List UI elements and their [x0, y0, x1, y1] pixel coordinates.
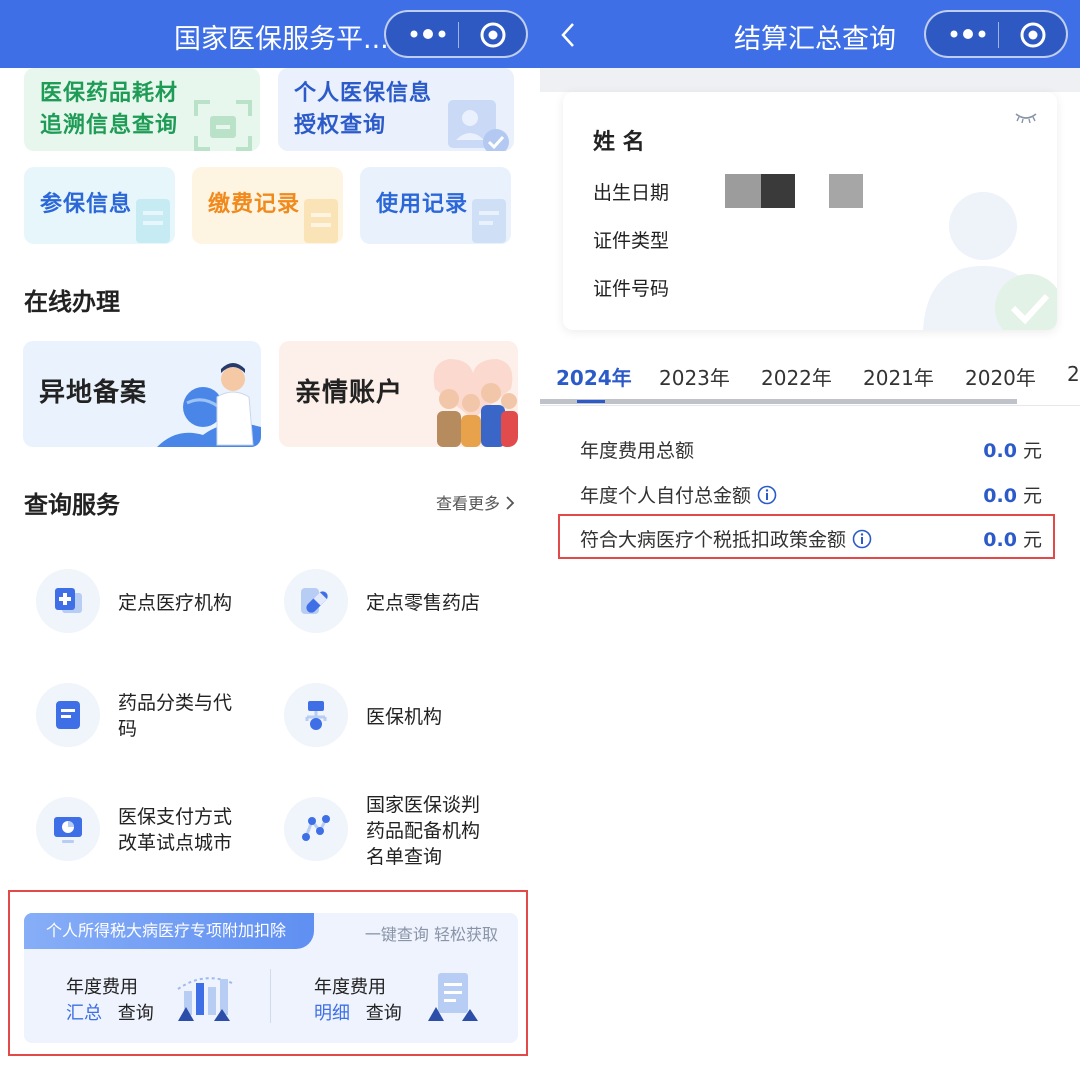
back-arrow-icon[interactable] — [560, 22, 576, 48]
pie-chart-monitor-icon — [36, 797, 100, 861]
bar-chart-icon — [177, 977, 233, 1021]
drug-trace-card-label-line1: 医保药品耗材 — [40, 81, 179, 106]
id-card-check-icon — [448, 100, 509, 151]
eye-closed-icon[interactable] — [1015, 112, 1037, 124]
usage-record-label: 使用记录 — [376, 192, 469, 217]
query-item-label: 药品分类与代码 — [118, 692, 233, 740]
person-with-globe-illustration — [157, 363, 261, 447]
document-icon — [36, 683, 100, 747]
left-header-title: 国家医保服务平... — [174, 24, 389, 55]
annual-summary-title: 年度费用 — [66, 977, 138, 998]
annual-summary-suffix: 查询 — [117, 1003, 154, 1024]
birth-date-label: 出生日期 — [593, 182, 670, 204]
page-background-strip — [540, 68, 1080, 92]
mini-program-capsule — [924, 10, 1068, 58]
query-item-label: 定点零售药店 — [366, 592, 481, 614]
more-options-button[interactable] — [404, 21, 454, 47]
info-icon[interactable] — [757, 485, 777, 505]
summary-row-total-cost: 年度费用总额 0.0 元 — [580, 436, 1042, 466]
left-screen: 国家医保服务平... 医保药品耗材 追溯信息查询 个人医保信息 授权查询 参保信… — [0, 0, 540, 1080]
form-icon — [136, 199, 170, 243]
name-label: 姓 名 — [593, 130, 645, 155]
annual-detail-title: 年度费用 — [314, 977, 386, 998]
tax-deduction-slogan: 一键查询 轻松获取 — [364, 925, 498, 944]
tab-2021[interactable]: 2021年 — [863, 362, 934, 391]
family-illustration — [433, 359, 518, 447]
query-item-label: 医保支付方式改革试点城市 — [118, 806, 233, 854]
left-header-bar: 国家医保服务平... — [0, 0, 540, 68]
insurance-auth-query-card[interactable]: 个人医保信息 授权查询 — [278, 68, 514, 151]
annual-detail-suffix: 查询 — [365, 1003, 402, 1024]
query-item-label: 国家医保谈判药品配备机构名单查询 — [366, 794, 481, 868]
query-section-title: 查询服务 — [24, 491, 120, 519]
right-header-bar: 结算汇总查询 — [540, 0, 1080, 68]
capsule-divider — [458, 22, 459, 48]
year-tab-bar: 2024年 2023年 2022年 2021年 2020年 20 — [540, 350, 1080, 406]
pill-icon — [284, 569, 348, 633]
remote-filing-card[interactable]: 异地备案 — [23, 341, 261, 447]
tab-2020[interactable]: 2020年 — [965, 362, 1036, 391]
annual-summary-highlight: 汇总 — [66, 1003, 102, 1024]
tax-deduction-panel: 个人所得税大病医疗专项附加扣除 一键查询 轻松获取 年度费用 汇总 查询 年度费… — [24, 913, 518, 1043]
chevron-right-icon — [506, 496, 515, 510]
close-mini-program-button[interactable] — [1018, 20, 1048, 50]
query-item-label: 医保机构 — [366, 706, 443, 728]
annual-detail-highlight: 明细 — [314, 1003, 350, 1024]
summary-row-self-pay: 年度个人自付总金额 0.0 元 — [580, 481, 1042, 511]
more-options-button[interactable] — [944, 21, 994, 47]
tab-bar-divider — [540, 405, 1080, 406]
scan-frame-icon — [194, 100, 252, 151]
tax-deductible-highlight-box — [558, 514, 1055, 559]
usage-record-card[interactable]: 使用记录 — [360, 167, 511, 244]
capsule-divider — [998, 22, 999, 48]
tax-items-divider — [270, 969, 271, 1023]
auth-card-label-line2: 授权查询 — [294, 113, 387, 138]
tab-2019-partial[interactable]: 20 — [1067, 362, 1080, 386]
mini-program-capsule — [384, 10, 528, 58]
id-number-label: 证件号码 — [593, 278, 670, 300]
id-type-label: 证件类型 — [593, 230, 670, 252]
right-screen: 结算汇总查询 姓 名 出生日期 证件类型 证件号码 2024年 2023年 20… — [540, 0, 1080, 1080]
see-more-label: 查看更多 — [436, 494, 501, 513]
summary-unit: 元 — [1022, 485, 1042, 507]
see-more-link[interactable]: 查看更多 — [436, 490, 515, 514]
payment-record-card[interactable]: 缴费记录 — [192, 167, 343, 244]
summary-label: 年度个人自付总金额 — [580, 485, 752, 507]
user-silhouette-watermark — [923, 192, 1057, 330]
tab-2024[interactable]: 2024年 — [556, 362, 632, 391]
tax-deduction-banner: 个人所得税大病医疗专项附加扣除 — [24, 913, 314, 949]
online-section-title: 在线办理 — [24, 288, 120, 316]
family-account-card[interactable]: 亲情账户 — [279, 341, 518, 447]
clipboard-icon — [428, 973, 478, 1021]
nodes-icon — [284, 797, 348, 861]
close-mini-program-button[interactable] — [478, 20, 508, 50]
summary-value: 0.0 — [983, 485, 1017, 507]
insured-info-card[interactable]: 参保信息 — [24, 167, 175, 244]
bill-icon — [304, 199, 338, 243]
family-account-label: 亲情账户 — [295, 378, 404, 408]
tax-deduction-highlight-box: 个人所得税大病医疗专项附加扣除 一键查询 轻松获取 年度费用 汇总 查询 年度费… — [8, 890, 528, 1056]
summary-value: 0.0 — [983, 440, 1017, 462]
drug-trace-query-card[interactable]: 医保药品耗材 追溯信息查询 — [24, 68, 260, 151]
org-chart-icon — [284, 683, 348, 747]
summary-unit: 元 — [1022, 440, 1042, 462]
auth-card-label-line1: 个人医保信息 — [294, 81, 433, 106]
query-item-label: 定点医疗机构 — [118, 592, 233, 614]
record-icon — [472, 199, 506, 243]
summary-label: 年度费用总额 — [580, 440, 695, 462]
medical-cross-icon — [36, 569, 100, 633]
remote-filing-label: 异地备案 — [39, 378, 148, 408]
tab-scrollbar[interactable] — [540, 399, 1017, 404]
active-tab-indicator — [577, 400, 605, 403]
right-header-title: 结算汇总查询 — [734, 24, 896, 55]
tab-2023[interactable]: 2023年 — [659, 362, 730, 391]
payment-record-label: 缴费记录 — [208, 192, 301, 217]
personal-info-card: 姓 名 出生日期 证件类型 证件号码 — [563, 92, 1057, 330]
tab-2022[interactable]: 2022年 — [761, 362, 832, 391]
drug-trace-card-label-line2: 追溯信息查询 — [40, 113, 179, 138]
insured-info-label: 参保信息 — [40, 192, 133, 217]
